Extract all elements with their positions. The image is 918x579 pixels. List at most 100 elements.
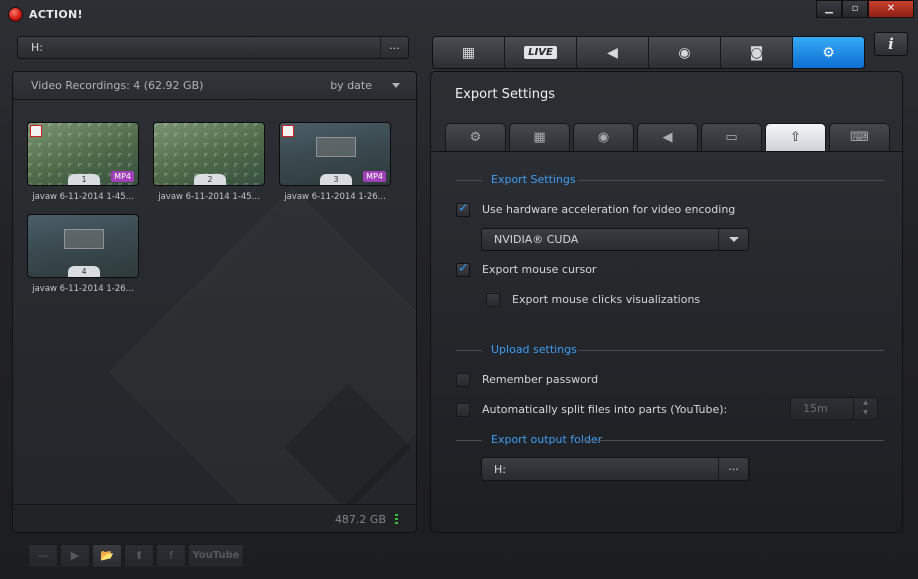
recording-thumbnail[interactable]: 4 — [27, 214, 139, 278]
remember-password-checkbox[interactable] — [456, 373, 470, 387]
encoder-value: NVIDIA® CUDA — [494, 233, 579, 246]
recording-number: 1 — [68, 174, 100, 185]
mouse-clicks-checkbox[interactable] — [486, 293, 500, 307]
settings-panel: Export Settings ⚙ ▦ ◉ ◀ ▭ ⇧ ⌨ Export Set… — [430, 71, 903, 533]
recordings-toolbar: — ▶ 📂 ⬆ f YouTube — [28, 544, 244, 568]
subtab-display[interactable]: ▭ — [701, 123, 762, 151]
mp4-badge: MP4 — [363, 171, 386, 182]
app-window: ACTION! ▁ ▫ ✕ H: ... Video Recordings: 4… — [0, 0, 918, 579]
section-export-settings: Export Settings — [456, 173, 884, 187]
recording-thumbnail[interactable]: 2 — [153, 122, 265, 186]
minimize-button[interactable]: ▁ — [816, 0, 842, 18]
mp4-badge: MP4 — [111, 171, 134, 182]
avatar-icon — [282, 125, 294, 137]
split-duration-value: 15m — [803, 402, 828, 415]
recording-caption: javaw 6-11-2014 1-26... — [32, 284, 134, 294]
divider — [456, 180, 482, 181]
live-icon: LIVE — [524, 46, 557, 59]
output-folder-field[interactable]: H: ... — [481, 457, 749, 481]
game-menu-preview — [64, 229, 104, 249]
open-folder-button[interactable]: 📂 — [92, 544, 122, 568]
recordings-footer: 487.2 GB — [13, 504, 416, 532]
section-label: Upload settings — [491, 343, 577, 356]
tab-settings[interactable]: ⚙ — [793, 37, 864, 68]
film-icon: ▦ — [461, 44, 476, 61]
export-settings-body: Export Settings Use hardware acceleratio… — [431, 151, 902, 532]
recording-number: 3 — [320, 174, 352, 185]
settings-sub-tabs: ⚙ ▦ ◉ ◀ ▭ ⇧ ⌨ — [445, 123, 890, 151]
maximize-button[interactable]: ▫ — [842, 0, 868, 18]
facebook-button[interactable]: f — [156, 544, 186, 568]
mouse-cursor-checkbox[interactable] — [456, 261, 470, 277]
app-title: ACTION! — [29, 8, 83, 21]
speaker-icon: ◀ — [607, 44, 618, 61]
gear-icon: ⚙ — [822, 44, 835, 61]
recording-thumbnail[interactable]: 1 MP4 — [27, 122, 139, 186]
split-files-checkbox[interactable] — [456, 403, 470, 417]
encoder-select[interactable]: NVIDIA® CUDA — [481, 228, 749, 251]
upload-icon: ⇧ — [790, 130, 801, 145]
recording-caption: javaw 6-11-2014 1-26... — [284, 192, 386, 202]
window-controls: ▁ ▫ ✕ — [816, 0, 914, 18]
tab-audio[interactable]: ◀ — [577, 37, 649, 68]
stepper-arrows-icon[interactable]: ▲ ▼ — [853, 398, 877, 419]
subtab-export[interactable]: ⇧ — [765, 123, 826, 151]
subtab-general[interactable]: ⚙ — [445, 123, 506, 151]
avatar-icon — [30, 125, 42, 137]
recordings-path-field[interactable]: H: ... — [17, 36, 409, 59]
divider — [579, 350, 884, 351]
youtube-button[interactable]: YouTube — [188, 544, 244, 568]
section-upload-settings: Upload settings — [456, 343, 884, 357]
recording-caption: javaw 6-11-2014 1-45... — [32, 192, 134, 202]
stopwatch-icon: ◉ — [678, 44, 691, 61]
sort-dropdown[interactable]: by date — [330, 79, 372, 92]
recording-thumbnail[interactable]: 3 MP4 — [279, 122, 391, 186]
mouse-cursor-label: Export mouse cursor — [482, 263, 597, 276]
monitor-icon: ▭ — [725, 130, 738, 145]
divider — [456, 440, 482, 441]
divider — [579, 440, 884, 441]
chevron-down-icon[interactable] — [392, 83, 400, 88]
camera-icon: ◙ — [749, 44, 764, 61]
disk-space-indicator-icon — [395, 514, 398, 524]
recording-caption: javaw 6-11-2014 1-45... — [158, 192, 260, 202]
film-icon: ▦ — [533, 130, 546, 145]
tab-live[interactable]: LIVE — [505, 37, 577, 68]
subtab-hotkeys[interactable]: ⌨ — [829, 123, 890, 151]
record-logo-icon — [8, 7, 23, 22]
upload-button[interactable]: ⬆ — [124, 544, 154, 568]
hw-accel-checkbox[interactable] — [456, 201, 470, 217]
recordings-count: Video Recordings: 4 (62.92 GB) — [31, 79, 204, 92]
speaker-icon: ◀ — [662, 130, 673, 145]
split-files-label: Automatically split files into parts (Yo… — [482, 403, 728, 416]
divider — [456, 350, 482, 351]
split-duration-stepper[interactable]: 15m ▲ ▼ — [790, 397, 878, 420]
remember-password-label: Remember password — [482, 373, 599, 386]
subtab-audio[interactable]: ◀ — [637, 123, 698, 151]
page-title: Export Settings — [455, 87, 556, 102]
close-button[interactable]: ✕ — [868, 0, 914, 18]
recordings-path-value: H: — [31, 41, 43, 54]
hw-accel-label: Use hardware acceleration for video enco… — [482, 203, 736, 216]
browse-output-button[interactable]: ... — [718, 458, 748, 480]
tab-screenshot[interactable]: ◙ — [721, 37, 793, 68]
info-button[interactable]: i — [874, 32, 908, 56]
tab-benchmark[interactable]: ◉ — [649, 37, 721, 68]
subtab-video[interactable]: ▦ — [509, 123, 570, 151]
video-recordings-panel: Video Recordings: 4 (62.92 GB) by date 1… — [12, 71, 417, 533]
gear-icon: ⚙ — [469, 130, 482, 145]
webcam-icon: ◉ — [597, 130, 610, 145]
subtab-webcam[interactable]: ◉ — [573, 123, 634, 151]
tab-video[interactable]: ▦ — [433, 37, 505, 68]
chevron-down-icon[interactable] — [718, 229, 748, 250]
section-label: Export Settings — [491, 173, 576, 186]
play-button[interactable]: ▶ — [60, 544, 90, 568]
recording-number: 4 — [68, 266, 100, 277]
title-bar: ACTION! ▁ ▫ ✕ — [0, 0, 918, 30]
recording-number: 2 — [194, 174, 226, 185]
game-menu-preview — [316, 137, 356, 157]
mouse-clicks-label: Export mouse clicks visualizations — [512, 293, 701, 306]
output-folder-value: H: — [494, 463, 506, 476]
delete-button[interactable]: — — [28, 544, 58, 568]
browse-path-button[interactable]: ... — [380, 37, 408, 58]
